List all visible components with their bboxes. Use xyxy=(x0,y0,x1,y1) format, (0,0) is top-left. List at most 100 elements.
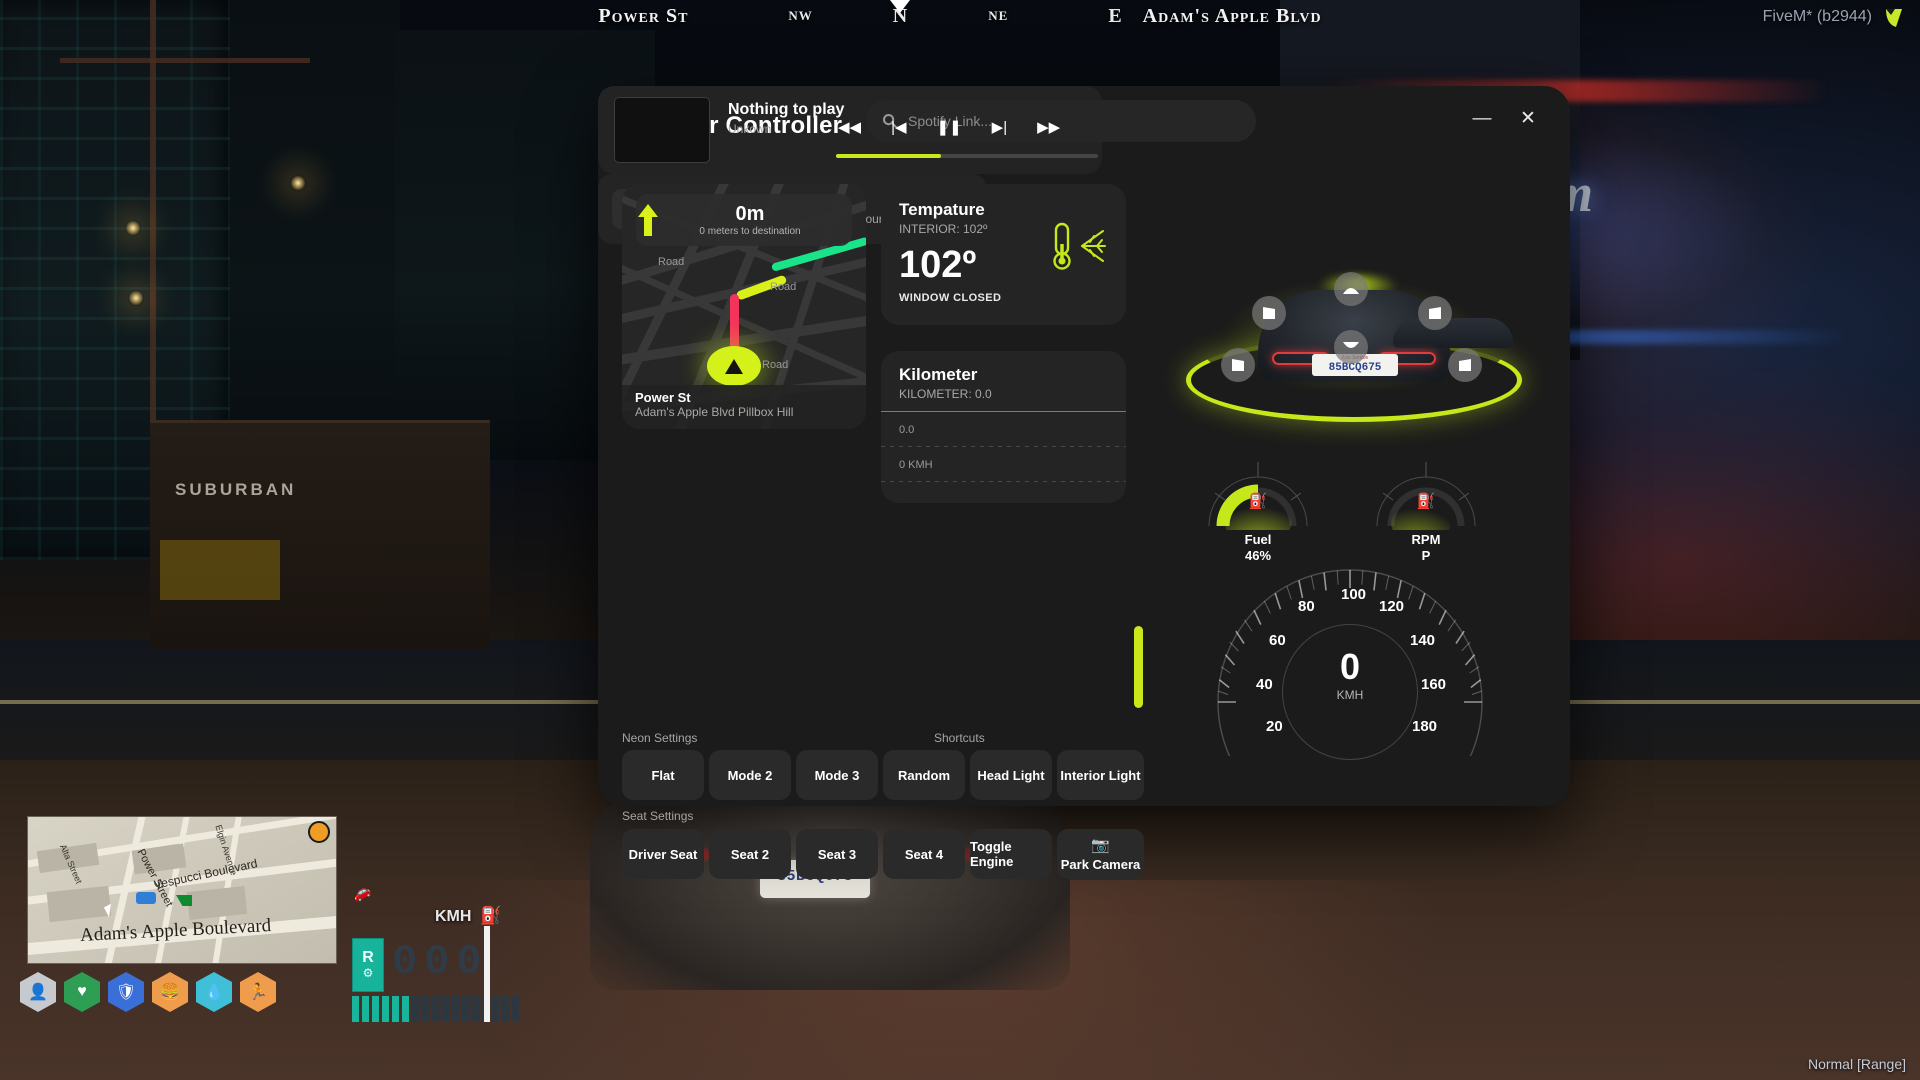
toggle-engine-button[interactable]: Toggle Engine xyxy=(970,829,1052,879)
seat-4-button[interactable]: Seat 4 xyxy=(883,829,965,879)
street-lamp xyxy=(290,175,306,191)
hud-kmh-label: KMH xyxy=(435,908,472,925)
hud-rpm-bars xyxy=(352,996,519,1022)
minimap-shop-blip xyxy=(176,895,192,906)
head-light-button[interactable]: Head Light xyxy=(970,750,1052,800)
street-compass-bar: Power St NW N NE E Adam's Apple Blvd xyxy=(0,0,1920,32)
driver-seat-button[interactable]: Driver Seat xyxy=(622,829,704,879)
navigation-card[interactable]: Road Road Road 0m 0 meters to destinatio… xyxy=(622,184,866,429)
navigation-street-sub: Adam's Apple Blvd Pillbox Hill xyxy=(635,405,794,419)
shield-icon: 🛡 xyxy=(108,972,144,1012)
minimap[interactable]: Power Street Vespucci Boulevard Alta Str… xyxy=(27,816,337,964)
navigation-subtitle: 0 meters to destination xyxy=(699,225,801,237)
map-road-label-1: Road xyxy=(658,256,685,268)
door-rear-right-icon[interactable] xyxy=(1448,348,1482,382)
rewind-button[interactable]: ◀◀ xyxy=(838,120,861,135)
rpm-gauge-arc xyxy=(1376,462,1476,546)
fivem-logo-icon xyxy=(1886,9,1902,27)
kilometer-dashed-divider xyxy=(881,481,1126,482)
seat-settings-label: Seat Settings xyxy=(622,809,694,823)
armour-icon: 👤 xyxy=(20,972,56,1012)
playback-progress-bar[interactable] xyxy=(836,154,1098,158)
hud-speed-digits: 000 xyxy=(392,938,489,986)
hud-fuel-bar xyxy=(484,926,490,1022)
kilometer-subtitle: KILOMETER: 0.0 xyxy=(899,387,992,401)
temperature-card: Tempature INTERIOR: 102º 102º WINDOW CLO… xyxy=(881,184,1126,325)
hood-toggle-icon[interactable] xyxy=(1334,272,1368,306)
next-track-button[interactable]: ▶| xyxy=(992,120,1007,135)
navigation-footer: Power St Adam's Apple Blvd Pillbox Hill xyxy=(622,385,866,429)
minimize-button[interactable]: — xyxy=(1468,104,1496,132)
suburban-store xyxy=(150,420,490,650)
neon-mode2-button[interactable]: Mode 2 xyxy=(709,750,791,800)
volume-slider[interactable] xyxy=(1134,626,1143,708)
crane-mast xyxy=(150,0,156,420)
hud-gear-indicator: R ⚙ xyxy=(352,938,384,992)
rpm-gauge-value: P xyxy=(1421,548,1431,563)
snowflake-icon xyxy=(1081,230,1106,262)
thermometer-icon xyxy=(1053,222,1071,270)
minimap-block xyxy=(46,885,112,923)
engine-icon: ⚙ xyxy=(362,966,374,980)
previous-track-button[interactable]: |◀ xyxy=(891,120,906,135)
rpm-gauge-label: RPM xyxy=(1411,532,1441,547)
neon-random-button[interactable]: Random xyxy=(883,750,965,800)
park-camera-button[interactable]: 📷 Park Camera xyxy=(1057,829,1144,879)
vehicle-preview-stage: Los Santos 85BCQ675 xyxy=(1158,268,1546,428)
compass-nw: NW xyxy=(788,8,813,23)
song-artist: Unkown xyxy=(728,122,772,136)
hunger-icon: 🍔 xyxy=(152,972,188,1012)
seat-3-button[interactable]: Seat 3 xyxy=(796,829,878,879)
playback-progress-fill xyxy=(836,154,941,158)
fivem-version-tag: FiveM* (b2944) xyxy=(1762,8,1872,25)
volume-slider-fill xyxy=(1134,626,1143,708)
speed-tick-120: 120 xyxy=(1379,598,1405,615)
street-lamp xyxy=(125,220,141,236)
minimap-objective-blip xyxy=(308,821,330,843)
range-status-label: Normal [Range] xyxy=(1807,1056,1906,1072)
fast-forward-button[interactable]: ▶▶ xyxy=(1037,120,1060,135)
health-icon: ♥ xyxy=(64,972,100,1012)
seat-2-button[interactable]: Seat 2 xyxy=(709,829,791,879)
store-sign-label: SUBURBAN xyxy=(175,480,297,499)
vehicle-rear-window xyxy=(1393,318,1513,348)
pause-button[interactable]: ❚❚ xyxy=(937,120,962,135)
interior-light-button[interactable]: Interior Light xyxy=(1057,750,1144,800)
player-position-marker xyxy=(707,346,761,386)
minimap-block xyxy=(186,886,248,920)
window-state-label: WINDOW CLOSED xyxy=(899,292,1002,304)
crane-jib xyxy=(60,58,310,63)
door-front-left-icon[interactable] xyxy=(1252,296,1286,330)
neon-mode3-button[interactable]: Mode 3 xyxy=(796,750,878,800)
thirst-icon: 💧 xyxy=(196,972,232,1012)
navigation-street: Power St xyxy=(635,390,691,405)
fuel-gauge-value: 46% xyxy=(1244,548,1272,563)
compass-ne: NE xyxy=(988,8,1009,23)
close-button[interactable]: ✕ xyxy=(1514,104,1542,132)
minimap-vehicle-blip xyxy=(136,892,156,904)
fuel-gauge: ⛽ Fuel 46% xyxy=(1203,448,1313,563)
park-camera-label: Park Camera xyxy=(1060,857,1141,872)
road-line xyxy=(0,700,620,704)
minimap-main-street: Adam's Apple Boulevard xyxy=(79,915,272,946)
neon-settings-label: Neon Settings xyxy=(622,731,698,745)
speed-tick-100: 100 xyxy=(1341,586,1367,603)
compass-e: E xyxy=(1108,4,1123,27)
speed-value: 0 xyxy=(1339,646,1361,687)
album-art xyxy=(614,97,710,163)
door-front-right-icon[interactable] xyxy=(1418,296,1452,330)
player-controls: ◀◀ |◀ ❚❚ ▶| ▶▶ xyxy=(838,120,1060,135)
song-title: Nothing to play xyxy=(728,101,845,118)
trunk-toggle-icon[interactable] xyxy=(1334,330,1368,364)
hud-status-icons: 👤 ♥ 🛡 🍔 💧 🏃 xyxy=(20,972,276,1012)
temperature-icons xyxy=(1048,220,1108,272)
neon-flat-button[interactable]: Flat xyxy=(622,750,704,800)
speed-tick-60: 60 xyxy=(1269,632,1286,649)
compass-marker-icon xyxy=(890,0,910,13)
fuel-gauge-arc xyxy=(1208,462,1308,546)
shortcuts-label: Shortcuts xyxy=(934,731,985,745)
speedometer: 100 80 120 60 140 40 160 20 180 0 KMH xyxy=(1214,566,1486,835)
kilometer-row-distance: 0.0 xyxy=(899,424,915,436)
store-awning xyxy=(160,540,280,600)
door-rear-left-icon[interactable] xyxy=(1221,348,1255,382)
